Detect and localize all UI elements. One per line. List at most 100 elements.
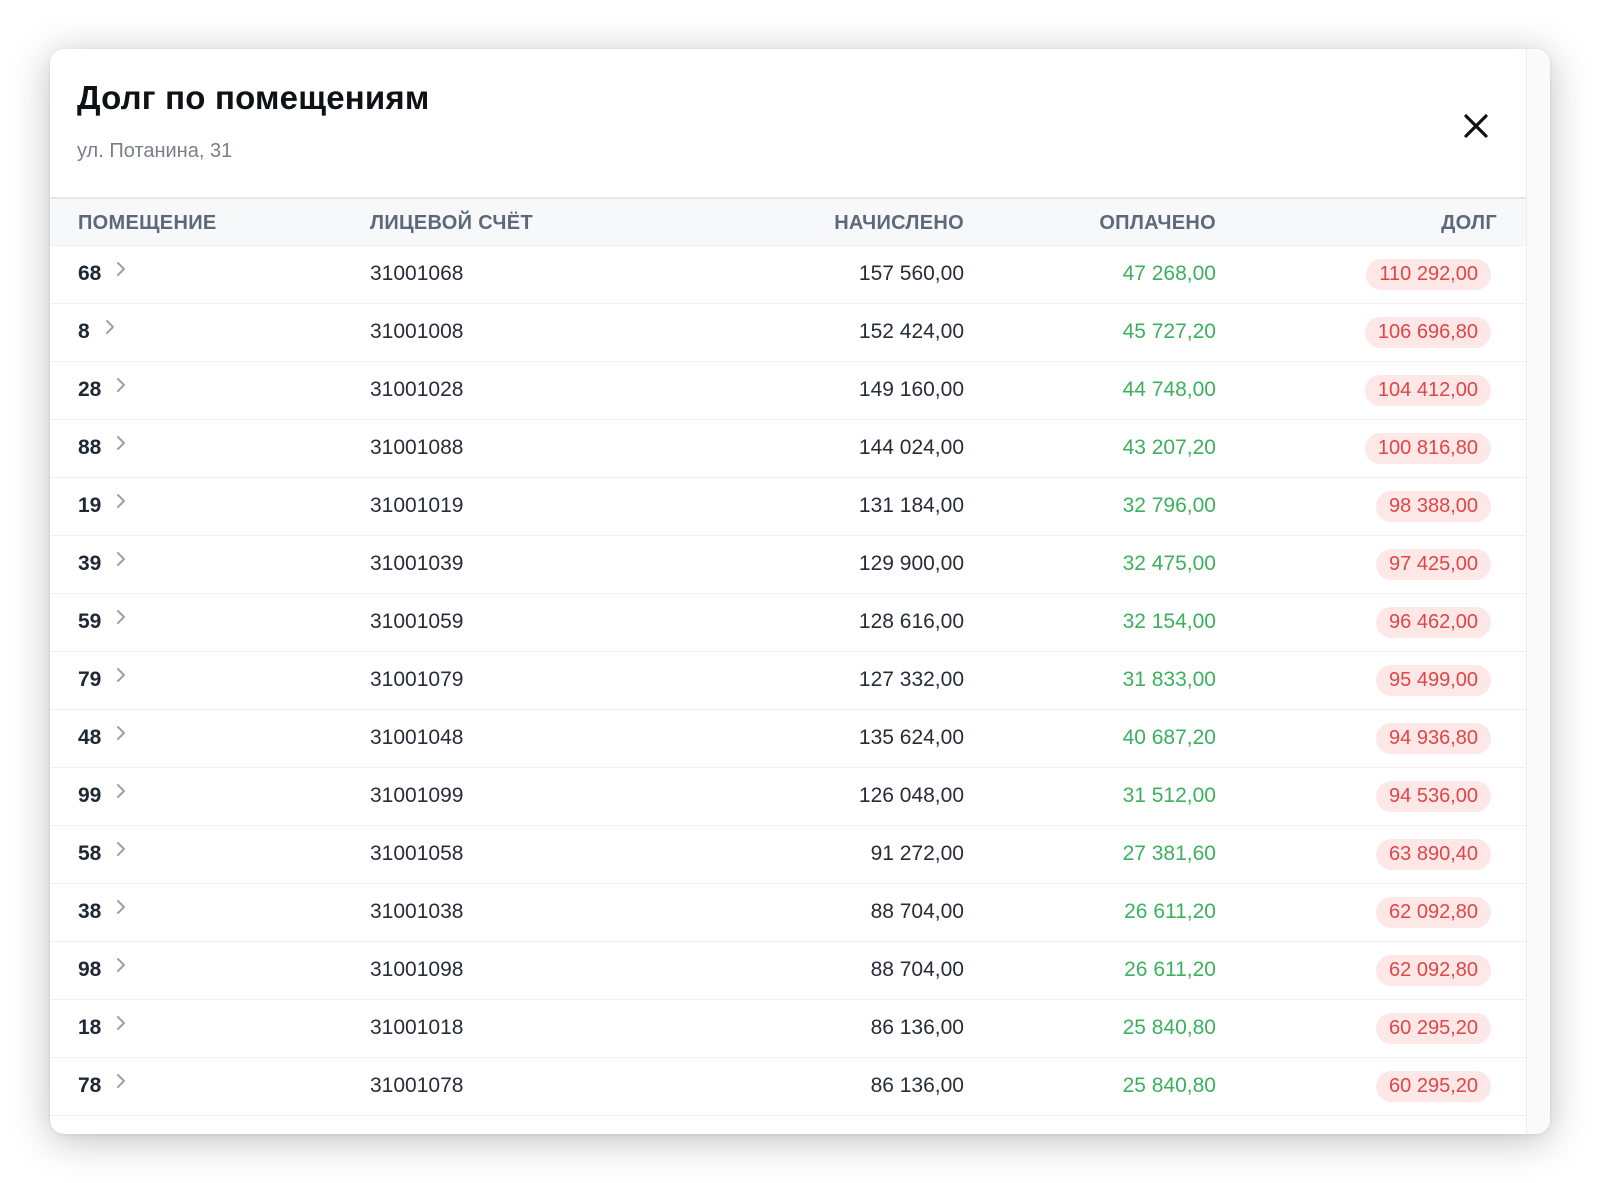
charged-cell: 88 704,00	[870, 900, 964, 923]
room-cell[interactable]: 68	[78, 262, 127, 286]
column-header-paid[interactable]: ОПЛАЧЕНО	[1099, 212, 1216, 235]
column-header-charged[interactable]: НАЧИСЛЕНО	[834, 212, 964, 235]
table-row[interactable]: 19 31001019 131 184,00 32 796,00 98 388,00	[50, 478, 1526, 536]
table-row[interactable]: 88 31001088 144 024,00 43 207,20 100 816,80	[50, 420, 1526, 478]
modal-subtitle: ул. Потанина, 31	[77, 140, 233, 162]
chevron-right-icon	[115, 608, 127, 632]
account-cell: 31001038	[370, 900, 464, 923]
table-row[interactable]: 18 31001018 86 136,00 25 840,80 60 295,20	[50, 1000, 1526, 1058]
charged-cell: 88 704,00	[870, 958, 964, 981]
room-cell[interactable]: 78	[78, 1074, 127, 1098]
modal-title: Долг по помещениям	[77, 79, 430, 116]
charged-cell: 128 616,00	[858, 610, 964, 633]
chevron-right-icon	[115, 956, 127, 980]
account-cell: 31001008	[370, 320, 464, 343]
column-header-debt[interactable]: ДОЛГ	[1441, 212, 1497, 235]
debt-badge: 60 295,20	[1376, 1071, 1491, 1102]
chevron-right-icon	[115, 898, 127, 922]
chevron-right-icon	[115, 550, 127, 574]
debt-badge: 106 696,80	[1364, 317, 1491, 348]
table-body: 68 31001068 157 560,00 47 268,00 110 292,00 8…	[50, 246, 1526, 1116]
debt-badge: 100 816,80	[1364, 433, 1491, 464]
charged-cell: 91 272,00	[870, 842, 964, 865]
room-number: 78	[78, 1074, 102, 1097]
room-cell[interactable]: 28	[78, 378, 127, 402]
room-number: 68	[78, 262, 102, 285]
column-header-room[interactable]: ПОМЕЩЕНИЕ	[78, 212, 217, 235]
charged-cell: 149 160,00	[858, 378, 964, 401]
table-row[interactable]: 58 31001058 91 272,00 27 381,60 63 890,40	[50, 826, 1526, 884]
table-row[interactable]: 79 31001079 127 332,00 31 833,00 95 499,00	[50, 652, 1526, 710]
chevron-right-icon	[115, 724, 127, 748]
close-icon	[1464, 114, 1488, 138]
table-header: ПОМЕЩЕНИЕ ЛИЦЕВОЙ СЧЁТ НАЧИСЛЕНО ОПЛАЧЕН…	[50, 199, 1526, 246]
room-number: 38	[78, 900, 102, 923]
table-row[interactable]: 8 31001008 152 424,00 45 727,20 106 696,80	[50, 304, 1526, 362]
table-row[interactable]: 38 31001038 88 704,00 26 611,20 62 092,80	[50, 884, 1526, 942]
paid-cell: 25 840,80	[1122, 1016, 1216, 1039]
chevron-right-icon	[115, 782, 127, 806]
room-number: 18	[78, 1016, 102, 1039]
paid-cell: 26 611,20	[1124, 958, 1216, 981]
account-cell: 31001059	[370, 610, 464, 633]
charged-cell: 135 624,00	[858, 726, 964, 749]
room-cell[interactable]: 88	[78, 436, 127, 460]
paid-cell: 44 748,00	[1122, 378, 1216, 401]
room-number: 28	[78, 378, 102, 401]
room-cell[interactable]: 98	[78, 958, 127, 982]
table-row[interactable]: 48 31001048 135 624,00 40 687,20 94 936,80	[50, 710, 1526, 768]
table-row[interactable]: 59 31001059 128 616,00 32 154,00 96 462,00	[50, 594, 1526, 652]
page-background: Долг по помещениям ул. Потанина, 31 ПОМЕ…	[0, 0, 1600, 1183]
paid-cell: 32 796,00	[1122, 494, 1216, 517]
debt-badge: 94 536,00	[1376, 781, 1491, 812]
room-number: 98	[78, 958, 102, 981]
account-cell: 31001028	[370, 378, 464, 401]
scrollbar-track[interactable]	[1526, 49, 1550, 1134]
account-cell: 31001048	[370, 726, 464, 749]
room-number: 48	[78, 726, 102, 749]
close-button[interactable]	[1458, 108, 1494, 144]
room-cell[interactable]: 58	[78, 842, 127, 866]
chevron-right-icon	[115, 260, 127, 284]
room-cell[interactable]: 99	[78, 784, 127, 808]
account-cell: 31001098	[370, 958, 464, 981]
modal-header: Долг по помещениям ул. Потанина, 31	[50, 49, 1526, 199]
paid-cell: 47 268,00	[1122, 262, 1216, 285]
debt-table: ПОМЕЩЕНИЕ ЛИЦЕВОЙ СЧЁТ НАЧИСЛЕНО ОПЛАЧЕН…	[50, 199, 1526, 1134]
account-cell: 31001018	[370, 1016, 464, 1039]
debt-badge: 104 412,00	[1364, 375, 1491, 406]
paid-cell: 31 833,00	[1122, 668, 1216, 691]
room-cell[interactable]: 18	[78, 1016, 127, 1040]
paid-cell: 32 154,00	[1122, 610, 1216, 633]
room-number: 99	[78, 784, 102, 807]
paid-cell: 45 727,20	[1122, 320, 1216, 343]
table-row[interactable]: 99 31001099 126 048,00 31 512,00 94 536,00	[50, 768, 1526, 826]
chevron-right-icon	[115, 666, 127, 690]
account-cell: 31001088	[370, 436, 464, 459]
room-cell[interactable]: 59	[78, 610, 127, 634]
room-cell[interactable]: 8	[78, 320, 116, 344]
debt-badge: 62 092,80	[1376, 955, 1491, 986]
room-cell[interactable]: 19	[78, 494, 127, 518]
charged-cell: 152 424,00	[858, 320, 964, 343]
paid-cell: 31 512,00	[1122, 784, 1216, 807]
table-row[interactable]: 98 31001098 88 704,00 26 611,20 62 092,80	[50, 942, 1526, 1000]
account-cell: 31001039	[370, 552, 464, 575]
column-header-account[interactable]: ЛИЦЕВОЙ СЧЁТ	[370, 212, 533, 235]
room-number: 58	[78, 842, 102, 865]
charged-cell: 86 136,00	[870, 1074, 964, 1097]
room-cell[interactable]: 39	[78, 552, 127, 576]
debt-badge: 63 890,40	[1376, 839, 1491, 870]
table-row[interactable]: 28 31001028 149 160,00 44 748,00 104 412,00	[50, 362, 1526, 420]
paid-cell: 32 475,00	[1122, 552, 1216, 575]
room-cell[interactable]: 48	[78, 726, 127, 750]
table-row[interactable]: 78 31001078 86 136,00 25 840,80 60 295,20	[50, 1058, 1526, 1116]
debt-badge: 94 936,80	[1376, 723, 1491, 754]
debt-badge: 95 499,00	[1376, 665, 1491, 696]
table-row[interactable]: 68 31001068 157 560,00 47 268,00 110 292,00	[50, 246, 1526, 304]
chevron-right-icon	[104, 318, 116, 342]
room-cell[interactable]: 38	[78, 900, 127, 924]
room-cell[interactable]: 79	[78, 668, 127, 692]
table-row[interactable]: 39 31001039 129 900,00 32 475,00 97 425,00	[50, 536, 1526, 594]
charged-cell: 86 136,00	[870, 1016, 964, 1039]
